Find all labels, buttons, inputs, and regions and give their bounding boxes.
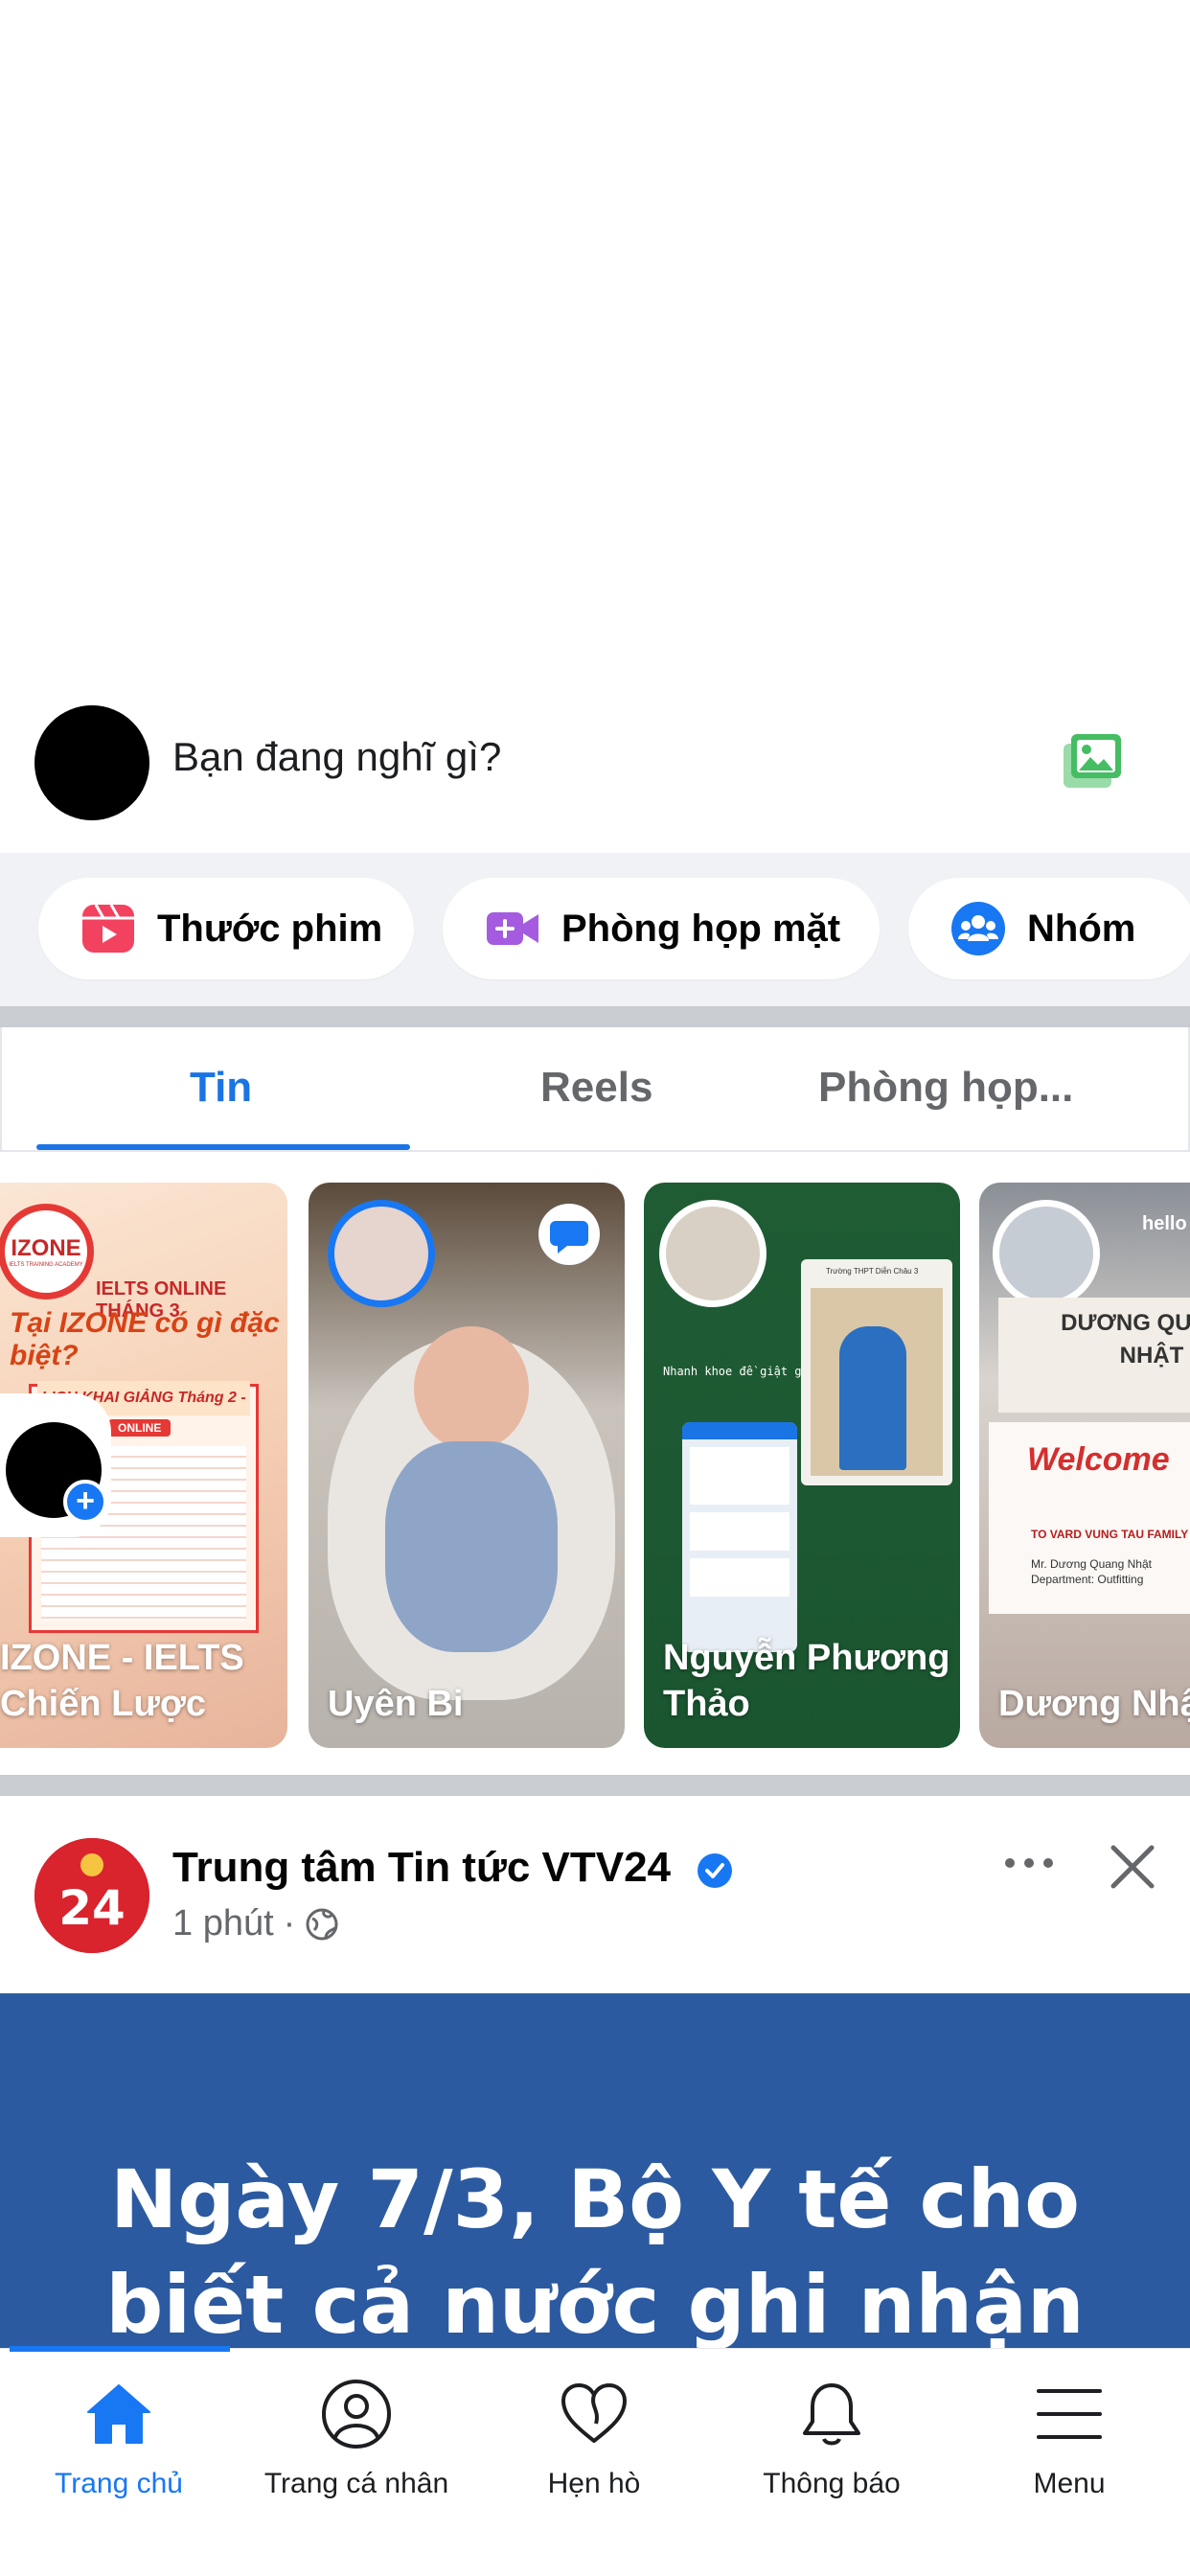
tab-stories[interactable]: Tin [190,1064,252,1112]
section-divider [0,1775,1190,1796]
active-tab-indicator [36,1144,410,1150]
nav-home-label: Trang chủ [55,2468,183,2499]
bottom-navigation: Trang chủ Trang cá nhân Hẹn hò Thông báo… [0,2346,1190,2576]
feed-top-area [0,0,1190,671]
post-headline-line1: Ngày 7/3, Bộ Y tế cho [110,2152,1080,2246]
story-welcome-board: Welcome TO VARD VUNG TAU FAMILY Mr. Dươn… [989,1422,1190,1614]
story-avatar [328,1200,435,1307]
profile-icon [322,2380,391,2449]
stories-carousel: IZONE IELTS TRAINING ACADEMY IELTS ONLIN… [0,1152,1190,1775]
story-poster-title: Tại IZONE có gì đặc biệt? [10,1307,280,1371]
tab-rooms[interactable]: Phòng họp... [818,1064,1073,1112]
story-card[interactable]: Uyên Bi [309,1183,625,1748]
home-icon [87,2384,150,2444]
post-composer[interactable]: Bạn đang nghĩ gì? [0,671,1190,853]
composer-prompt[interactable]: Bạn đang nghĩ gì? [172,734,501,780]
story-author: Nguyễn Phương Thảo [663,1638,950,1724]
page-name[interactable]: Trung tâm Tin tức VTV24 [172,1844,671,1892]
story-avatar [659,1200,767,1307]
story-author: Dương Nhật [998,1684,1190,1724]
story-photo-baby [414,1326,529,1451]
nav-dating-label: Hẹn hò [547,2468,641,2499]
tab-reels[interactable]: Reels [540,1064,652,1112]
message-badge-icon [538,1204,600,1265]
nav-home[interactable]: Trang chủ [0,2349,238,2576]
nav-notifications[interactable]: Thông báo [713,2349,950,2576]
reels-button[interactable]: Thước phim [38,878,414,979]
izone-logo: IZONE IELTS TRAINING ACADEMY [0,1204,94,1300]
menu-icon [1037,2389,1102,2439]
nav-dating[interactable]: Hẹn hò [475,2349,713,2576]
meta-separator: · [283,1903,296,1944]
create-story-tile[interactable]: + [0,1393,111,1537]
add-story-icon[interactable]: + [63,1480,107,1524]
reels-icon [82,904,134,953]
stories-tabs: Tin Reels Phòng họp... [0,1027,1190,1152]
groups-icon [951,902,1005,955]
story-screenshot-post: Trường THPT Diễn Châu 3 [801,1259,952,1485]
video-room-icon [487,912,538,945]
section-divider [0,1006,1190,1027]
story-caption: Nhanh khoe đề giật giải [663,1365,823,1378]
post-time[interactable]: 1 phút [172,1903,274,1944]
user-avatar[interactable] [34,705,149,820]
story-avatar [993,1200,1100,1307]
video-room-button[interactable]: Phòng họp mặt [443,878,880,979]
globe-icon [306,1908,338,1940]
nav-notifications-label: Thông báo [763,2468,901,2499]
story-card[interactable]: hello DƯƠNG QUANG NHẬT Welcome TO VARD V… [979,1183,1190,1748]
story-card[interactable]: IZONE IELTS TRAINING ACADEMY IELTS ONLIN… [0,1183,287,1748]
post-image[interactable]: Ngày 7/3, Bộ Y tế cho biết cả nước ghi n… [0,1993,1190,2348]
post-meta: 1 phút · [172,1903,339,1944]
bell-icon [803,2383,860,2446]
close-icon[interactable] [1108,1842,1157,1892]
video-room-button-label: Phòng họp mặt [561,907,841,950]
reels-button-label: Thước phim [157,907,383,950]
nav-menu[interactable]: Menu [950,2349,1188,2576]
create-shortcuts-bar: Thước phim Phòng họp mặt Nhóm [0,853,1190,1006]
post-header: 24 Trung tâm Tin tức VTV24 1 phút · [0,1796,1190,1993]
post-headline-line2: biết cả nước ghi nhận [105,2258,1085,2348]
groups-button[interactable]: Nhóm [908,878,1190,979]
nav-profile[interactable]: Trang cá nhân [238,2349,475,2576]
svg-text:24: 24 [58,1880,126,1936]
dating-heart-icon [561,2383,627,2443]
story-screenshot-chat [682,1422,797,1652]
story-author: Uyên Bi [328,1684,464,1724]
story-corner-text: hello [1142,1213,1187,1234]
more-options-icon[interactable] [1002,1853,1056,1873]
story-card[interactable]: Nhanh khoe đề giật giải Trường THPT Diễn… [644,1183,960,1748]
photo-icon[interactable] [1062,732,1125,792]
page-avatar[interactable]: 24 [34,1838,149,1953]
post-headline: Ngày 7/3, Bộ Y tế cho biết cả nước ghi n… [0,2147,1190,2348]
nav-profile-label: Trang cá nhân [263,2468,449,2499]
nav-menu-label: Menu [1033,2468,1106,2499]
groups-button-label: Nhóm [1027,907,1136,950]
story-name-sign: DƯƠNG QUANG NHẬT [998,1298,1190,1413]
story-author: IZONE - IELTS Chiến Lược [0,1638,244,1724]
verified-badge-icon [698,1853,732,1888]
